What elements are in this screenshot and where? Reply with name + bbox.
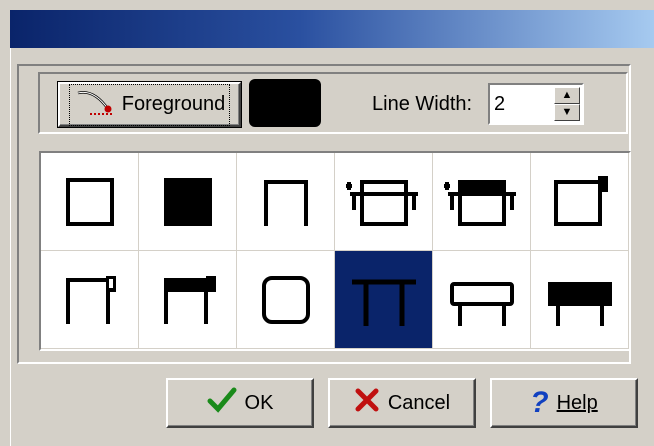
question-mark-icon: ?	[530, 386, 549, 419]
style-cell-table-with-filled-top[interactable]	[531, 251, 629, 349]
cancel-button[interactable]: Cancel	[328, 378, 476, 428]
ok-button[interactable]: OK	[166, 378, 314, 428]
open-box-with-filled-top-corner-style-icon	[163, 275, 216, 324]
cross-icon	[354, 387, 380, 419]
style-cell-rounded-box[interactable]	[237, 251, 335, 349]
line-width-stepper[interactable]: 2 ▲ ▼	[488, 83, 584, 125]
box-with-top-rail-style-icon	[345, 179, 418, 226]
stepper-up-icon[interactable]: ▲	[554, 87, 580, 104]
foreground-label: Foreground	[121, 93, 226, 115]
filled-box-style-icon	[163, 177, 212, 226]
style-cell-open-bottom-box[interactable]	[237, 153, 335, 251]
table-with-filled-top-style-icon	[547, 281, 612, 326]
open-bottom-box-style-icon	[263, 179, 308, 226]
line-width-label: Line Width:	[372, 93, 473, 115]
table-shape-style-icon	[351, 279, 416, 326]
stepper-arrows: ▲ ▼	[554, 87, 580, 121]
box-with-filled-top-rail-style-icon	[443, 179, 516, 226]
box-style-icon	[65, 177, 114, 226]
foreground-color-swatch[interactable]	[249, 79, 321, 127]
table-with-box-top-style-icon	[449, 281, 514, 326]
cancel-label: Cancel	[387, 391, 451, 414]
style-cell-open-box-with-corner-tab[interactable]	[41, 251, 139, 349]
line-style-grid	[39, 151, 631, 351]
title-bar	[10, 10, 654, 48]
style-cell-box-with-top-rail[interactable]	[335, 153, 433, 251]
help-label: Help	[556, 391, 598, 414]
style-cell-open-box-with-filled-top-corner[interactable]	[139, 251, 237, 349]
open-box-with-corner-tab-style-icon	[65, 275, 116, 324]
style-cell-box-with-filled-top-rail[interactable]	[433, 153, 531, 251]
style-cell-filled-box[interactable]	[139, 153, 237, 251]
box-with-corner-tab-style-icon	[553, 175, 608, 226]
style-cell-box[interactable]	[41, 153, 139, 251]
checkmark-icon	[207, 386, 237, 420]
ok-label: OK	[244, 391, 274, 414]
rounded-box-style-icon	[261, 275, 310, 324]
style-cell-box-with-corner-tab[interactable]	[531, 153, 629, 251]
style-cell-table-with-box-top[interactable]	[433, 251, 531, 349]
pen-icon	[74, 87, 116, 123]
stepper-down-icon[interactable]: ▼	[554, 104, 580, 121]
style-cell-table-shape[interactable]	[335, 251, 433, 349]
line-width-value[interactable]: 2	[494, 93, 505, 116]
help-button[interactable]: ? Help	[490, 378, 638, 428]
foreground-button[interactable]: Foreground	[57, 81, 242, 128]
